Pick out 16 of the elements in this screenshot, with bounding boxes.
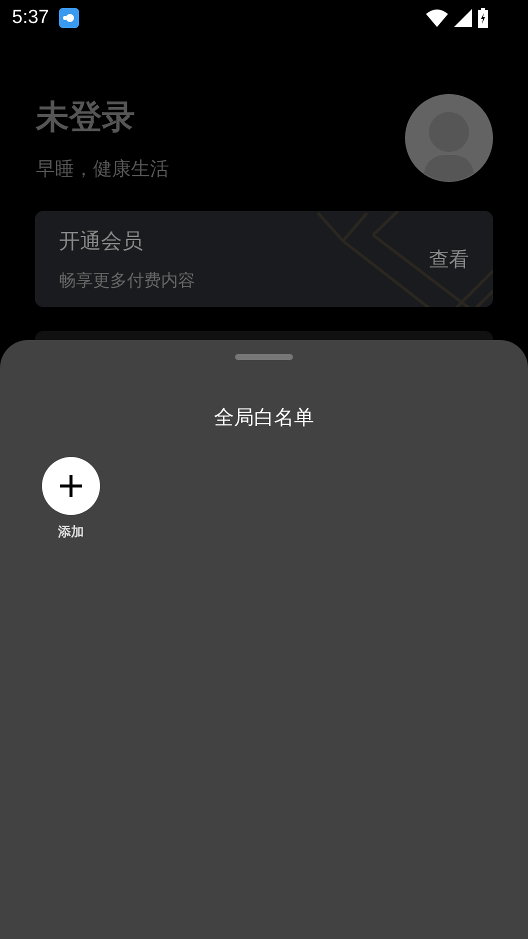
plus-icon [60, 475, 82, 497]
drag-handle[interactable] [235, 354, 293, 360]
app-notification-icon [58, 8, 79, 28]
add-label: 添加 [58, 524, 84, 541]
sheet-title: 全局白名单 [214, 404, 314, 431]
membership-title: 开通会员 [59, 228, 144, 254]
membership-card[interactable]: 开通会员 畅享更多付费内容 查看 [35, 211, 493, 307]
wifi-icon [426, 9, 448, 27]
slogan-text: 早睡，健康生活 [36, 156, 169, 182]
signal-icon [454, 9, 472, 27]
battery-charging-icon [478, 8, 488, 28]
avatar-icon[interactable] [405, 94, 493, 182]
view-button[interactable]: 查看 [429, 246, 469, 272]
clock-time: 5:37 [12, 7, 49, 29]
login-status-title: 未登录 [36, 96, 136, 138]
membership-subtitle: 畅享更多付费内容 [59, 270, 196, 292]
